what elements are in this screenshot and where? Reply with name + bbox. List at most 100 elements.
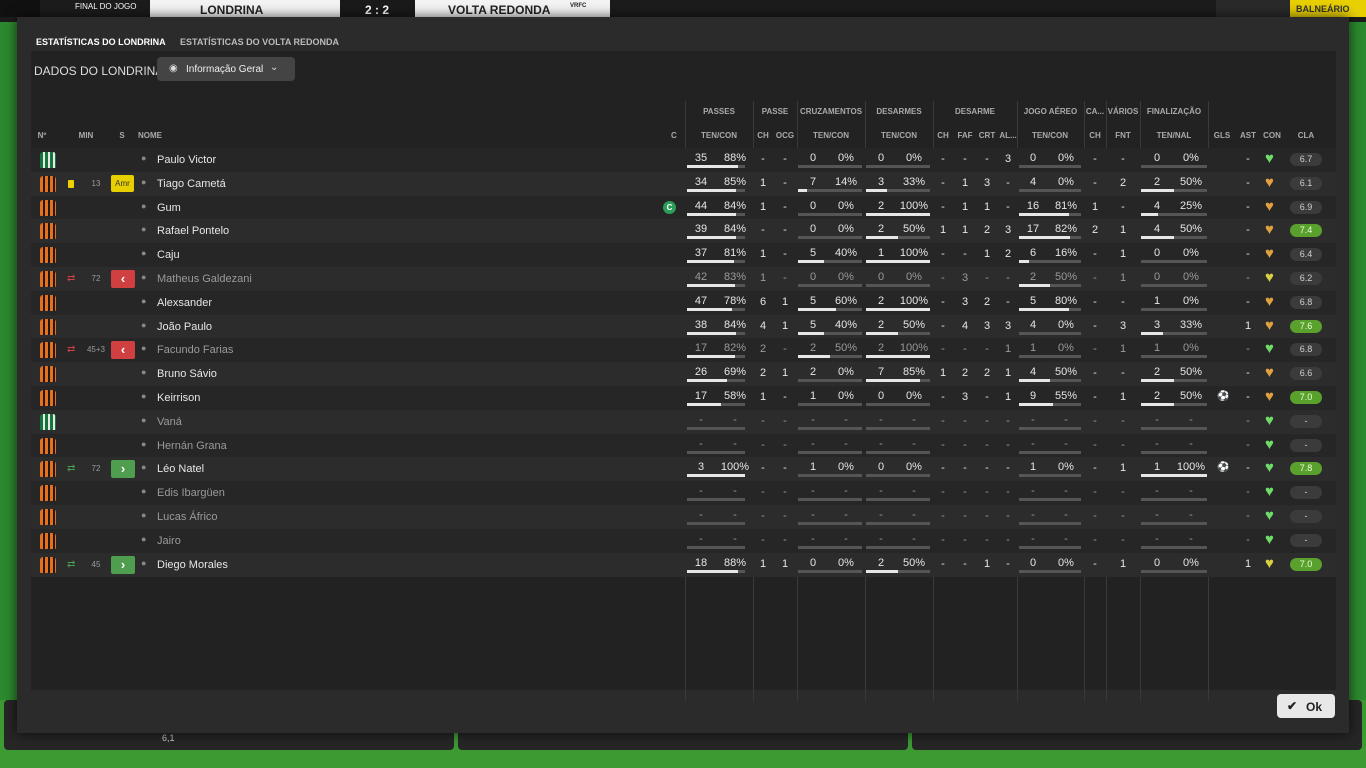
passe-ch: -: [761, 462, 765, 475]
player-name[interactable]: João Paulo: [157, 321, 212, 333]
column-header-des[interactable]: TEN/CON: [879, 131, 919, 140]
desarme-dch: -: [941, 414, 945, 427]
player-name[interactable]: Alexsander: [157, 297, 212, 309]
condition-heart-icon: ♥: [1265, 221, 1274, 239]
table-row[interactable]: ● Alexsander 47 78% 6 1 5 60% 2 100% -3 2-5 80% - -1 0%…: [31, 290, 1336, 315]
stat-bar-fill: [1141, 403, 1174, 406]
stat-bar-fill: [798, 355, 830, 359]
player-profile-icon: ●: [141, 319, 147, 330]
column-header-aer[interactable]: TEN/CON: [1030, 131, 1070, 140]
player-name[interactable]: Lucas Áfrico: [157, 511, 218, 523]
table-row[interactable]: ● Hernán Grana - - - - - - - - - - - - - - - - - - - ♥ -: [31, 433, 1336, 458]
desarme-faf: -: [963, 414, 967, 427]
stat-bar-track: [866, 498, 930, 502]
table-row[interactable]: ⇄ 45 › ● Diego Morales 18 88% 1 1 0 0% 2 50% - - 1 - 0 0% -…: [31, 552, 1336, 577]
stat-bar-fill: [1019, 284, 1050, 287]
player-name[interactable]: Jairo: [157, 535, 181, 547]
table-row[interactable]: 13 Amr ● Tiago Cametá 34 85% 1-7 14% 3 33% -1 3-4 0%…: [31, 171, 1336, 196]
column-header-passe_ocg[interactable]: OCG: [765, 131, 805, 140]
view-dropdown[interactable]: ◉ Informação Geral ⌄: [157, 57, 295, 81]
player-name[interactable]: Hernán Grana: [157, 440, 227, 452]
ca-ch: -: [1093, 367, 1097, 380]
table-row[interactable]: ● Caju 37 81% 1-5 40% 1 100% - -1 2 6 16% -1 0 0% - ♥ 6.4: [31, 243, 1336, 268]
table-row[interactable]: ● Lucas Áfrico - - - - - - - - - - - - - - - - - - - ♥ -: [31, 505, 1336, 529]
stat-bar-track: [1019, 355, 1081, 359]
condition-heart-icon: ♥: [1265, 150, 1274, 167]
varios-fnt: 1: [1119, 391, 1127, 403]
player-name[interactable]: Gum: [157, 202, 181, 214]
subbed-off-button[interactable]: ‹: [111, 341, 135, 360]
table-row[interactable]: ● Gum C 44 84% 1-0 0% 2 100% -1 1-16 81% 1-4 25% - ♥ 6.9: [31, 195, 1336, 220]
table-row[interactable]: ⇄ 72 ‹ ● Matheus Galdezani 42 83% 1 - 0 0% 0 0% - 3 - - 2…: [31, 267, 1336, 291]
stat-percent: -: [912, 413, 916, 426]
stat-percent: -: [844, 413, 848, 426]
player-name[interactable]: Matheus Galdezani: [157, 273, 252, 285]
column-header-fin[interactable]: TEN/NAL: [1154, 131, 1194, 140]
table-row[interactable]: ● Bruno Sávio 26 69% 2 1 2 0% 7 85% 1 2 2 1 4 50% - -2 50%…: [31, 362, 1336, 387]
stat-bar-fill: [866, 260, 930, 264]
stat-attempts: 0: [877, 152, 885, 164]
varios-fnt: -: [1121, 486, 1125, 499]
stat-bar-fill: [1141, 236, 1174, 240]
column-header-min[interactable]: MIN: [66, 131, 106, 140]
stat-attempts: 9: [1029, 390, 1037, 402]
column-header-num[interactable]: Nº: [22, 131, 62, 140]
stat-bar-fill: [866, 379, 921, 383]
column-header-s[interactable]: S: [102, 131, 142, 140]
player-name[interactable]: Léo Natel: [157, 463, 204, 475]
player-name[interactable]: Keirrison: [157, 392, 200, 404]
stat-percent: -: [912, 532, 916, 545]
stat-bar-track: [798, 165, 862, 168]
stat-percent: 85%: [723, 175, 747, 188]
table-row[interactable]: ● Edis Ibargüen - - - - - - - - - - - - - - - - - - - ♥ -: [31, 481, 1336, 506]
stat-attempts: -: [1155, 437, 1159, 450]
column-header-pass[interactable]: TEN/CON: [699, 131, 739, 140]
stat-attempts: -: [1155, 413, 1159, 426]
table-row[interactable]: ● Keirrison 17 58% 1 - 1 0% 0 0% - 3 - 1 9 55% - 1 2 50% ⚽ - ♥…: [31, 386, 1336, 410]
desarme-dch: -: [941, 510, 945, 522]
dressing-room-button[interactable]: BALNEÁRIO: [1296, 4, 1350, 14]
player-name[interactable]: Facundo Farias: [157, 344, 233, 356]
subbed-off-button[interactable]: ‹: [111, 270, 135, 288]
stat-percent: 14%: [834, 175, 858, 188]
player-name[interactable]: Paulo Victor: [157, 154, 216, 166]
column-header-d_al[interactable]: AL...: [988, 131, 1028, 140]
passe-ch: 2: [759, 343, 767, 356]
stat-bar-track: [866, 165, 930, 168]
player-name[interactable]: Diego Morales: [157, 559, 228, 571]
condition-heart-icon: ♥: [1265, 435, 1274, 453]
player-name[interactable]: Bruno Sávio: [157, 368, 217, 380]
stat-bar-fill: [1141, 331, 1163, 335]
column-header-fnt[interactable]: FNT: [1103, 131, 1143, 140]
stat-bar-track: [687, 545, 745, 549]
tab-volta-redonda-stats[interactable]: ESTATÍSTICAS DO VOLTA REDONDA: [180, 37, 339, 52]
stat-attempts: 17: [694, 342, 708, 355]
desarme-al: 1: [1004, 343, 1012, 356]
column-header-nome[interactable]: NOME: [138, 131, 162, 140]
subbed-on-button[interactable]: ›: [111, 460, 135, 479]
player-name[interactable]: Rafael Pontelo: [157, 225, 229, 237]
table-row[interactable]: ⇄ 45+3 ‹ ● Facundo Farias 17 82% 2-2 50% 2 100% - - -…: [31, 338, 1336, 363]
column-header-c[interactable]: C: [671, 131, 677, 140]
player-name[interactable]: Edis Ibargüen: [157, 487, 225, 499]
desarme-faf: -: [963, 153, 967, 165]
player-name[interactable]: Caju: [157, 249, 180, 261]
shirt-icon: [40, 509, 56, 525]
subbed-on-button[interactable]: ›: [111, 555, 135, 574]
column-header-cruz[interactable]: TEN/CON: [811, 131, 851, 140]
stat-attempts: -: [879, 485, 883, 498]
table-row[interactable]: ⇄ 72 › ● Léo Natel 3 100% - -1 0% 0 0% - - - -1 0% -1 1 100…: [31, 457, 1336, 482]
table-row[interactable]: ● Paulo Victor 35 88% - - 0 0% 0 0% - - - 3 0 0% - - 0 0% - ♥…: [31, 148, 1336, 172]
stat-bar-fill: [687, 284, 736, 287]
table-row[interactable]: ● Rafael Pontelo 39 84% - -0 0% 2 50% 1 1 2 3 17 82% 2 1…: [31, 219, 1336, 244]
player-name[interactable]: Tiago Cametá: [157, 178, 226, 190]
table-row[interactable]: ● Jairo - - - - - - - - - - - - - - - - - - - ♥ -: [31, 528, 1336, 553]
rating-badge: 7.6: [1290, 319, 1322, 333]
player-name[interactable]: Vaná: [157, 416, 182, 428]
table-row[interactable]: ● Vaná - - - - - - - - - - - - - - - - - - - ♥ -: [31, 409, 1336, 434]
column-header-cla[interactable]: CLA: [1286, 131, 1326, 140]
condition-heart-icon: ♥: [1265, 507, 1274, 524]
away-badge: VRFC: [570, 3, 587, 9]
table-row[interactable]: ● João Paulo 38 84% 4 1 5 40% 2 50% -4 3 3 4 0% -3 3 33% 1…: [31, 314, 1336, 339]
ok-button[interactable]: ✔ Ok: [1277, 694, 1335, 718]
